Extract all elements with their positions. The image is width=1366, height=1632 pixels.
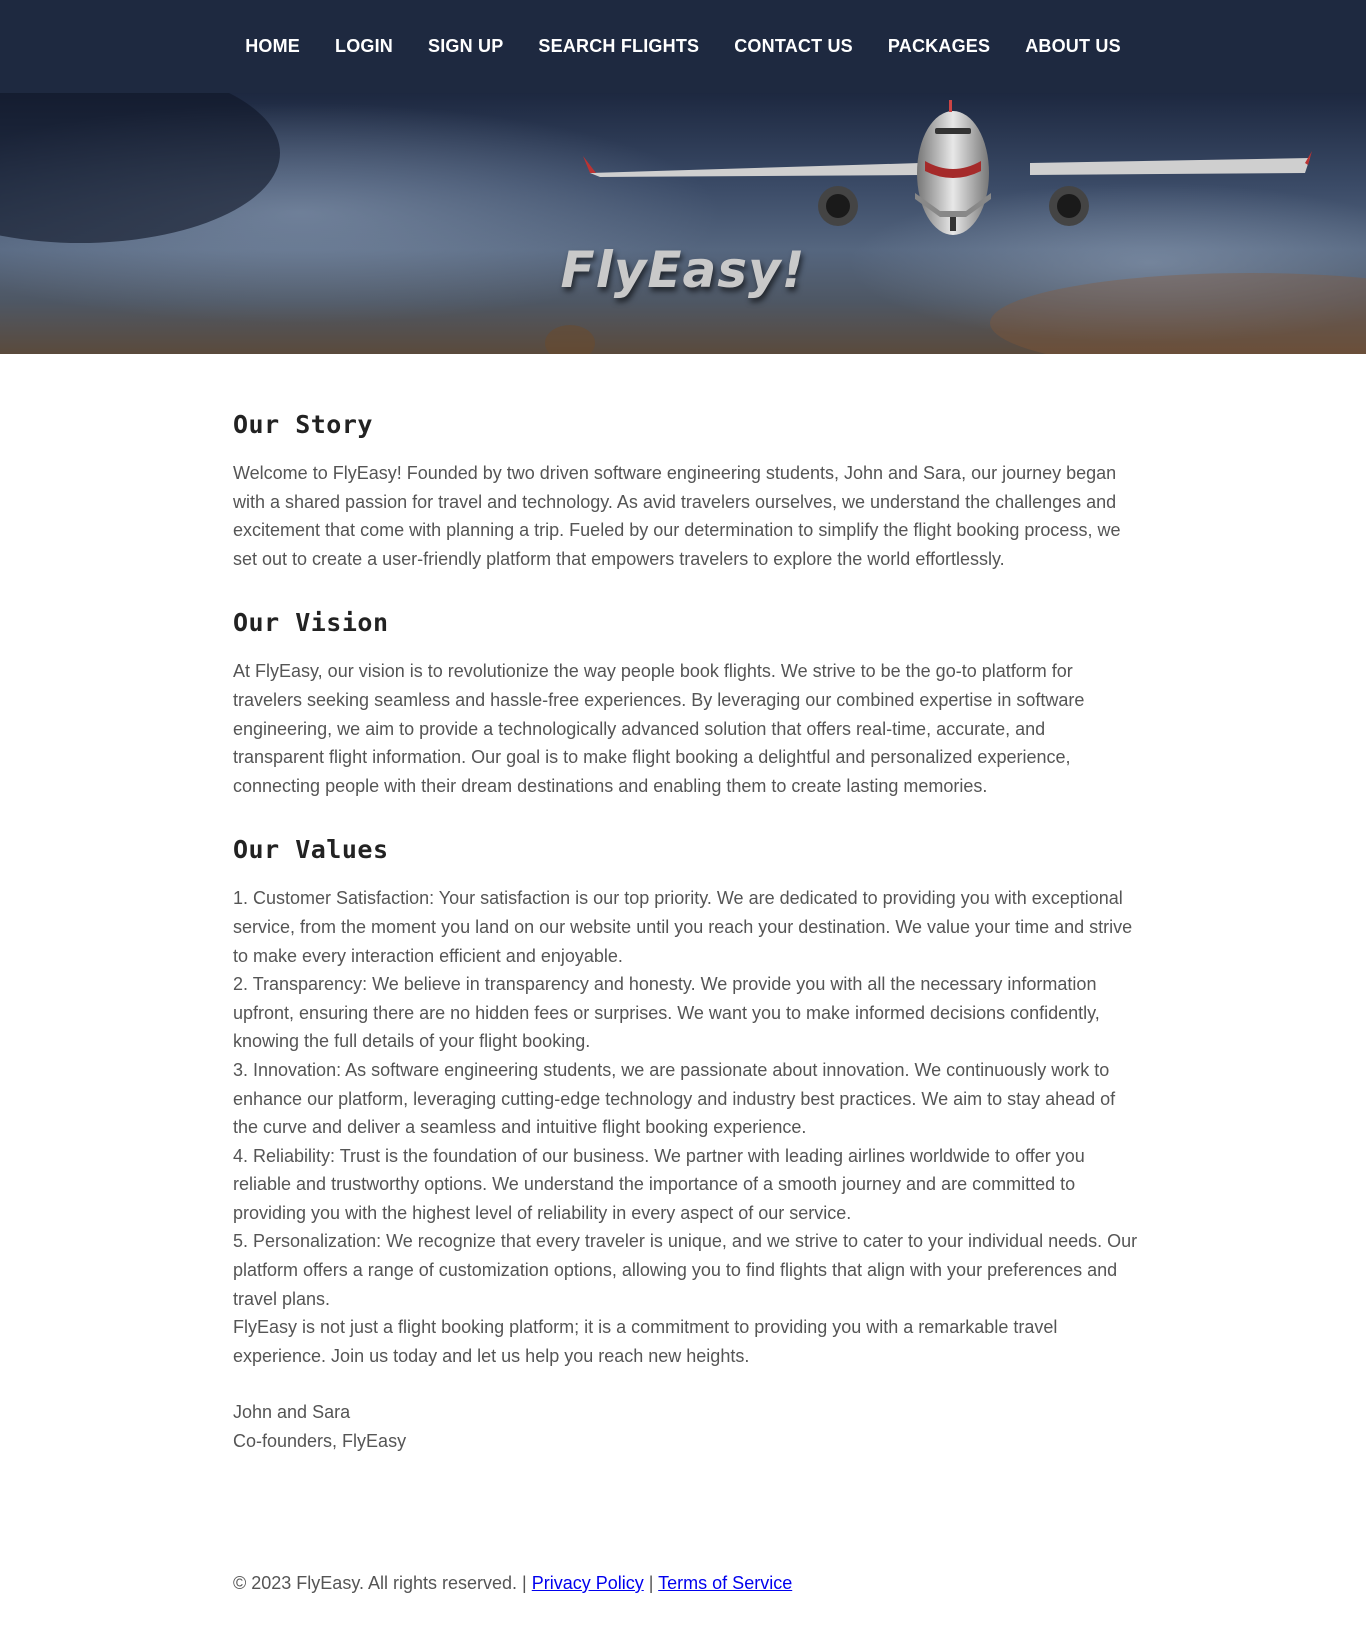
nav-link-signup[interactable]: SIGN UP	[428, 36, 503, 56]
nav-item-login: LOGIN	[335, 36, 393, 57]
nav-link-search-flights[interactable]: SEARCH FLIGHTS	[538, 36, 699, 56]
nav-item-packages: PACKAGES	[888, 36, 990, 57]
top-navbar: HOME LOGIN SIGN UP SEARCH FLIGHTS CONTAC…	[0, 0, 1366, 93]
signoff-names: John and Sara	[233, 1402, 351, 1423]
vision-section: Our Vision At FlyEasy, our vision is to …	[233, 608, 1138, 800]
main-content: Our Story Welcome to FlyEasy! Founded by…	[233, 410, 1138, 1456]
story-heading: Our Story	[233, 410, 373, 439]
story-text: Welcome to FlyEasy! Founded by two drive…	[233, 463, 1121, 569]
nav-item-home: HOME	[245, 36, 300, 57]
story-section: Our Story Welcome to FlyEasy! Founded by…	[233, 410, 1138, 573]
nav-item-contact-us: CONTACT US	[734, 36, 853, 57]
hero-banner: FlyEasy!	[0, 93, 1366, 354]
footer-copyright: © 2023 FlyEasy. All rights reserved. |	[233, 1573, 527, 1593]
nav-link-login[interactable]: LOGIN	[335, 36, 393, 56]
value-item-innovation: 3. Innovation: As software engineering s…	[233, 1059, 1116, 1138]
signoff-role: Co-founders, FlyEasy	[233, 1431, 407, 1452]
nav-item-about-us: ABOUT US	[1025, 36, 1121, 57]
nav-item-signup: SIGN UP	[428, 36, 503, 57]
values-closing: FlyEasy is not just a flight booking pla…	[233, 1317, 1058, 1366]
nav-link-packages[interactable]: PACKAGES	[888, 36, 990, 56]
nav-menu: HOME LOGIN SIGN UP SEARCH FLIGHTS CONTAC…	[245, 36, 1121, 57]
nav-link-home[interactable]: HOME	[245, 36, 300, 56]
vision-text: At FlyEasy, our vision is to revolutioni…	[233, 661, 1085, 796]
nav-item-search-flights: SEARCH FLIGHTS	[538, 36, 699, 57]
values-section: Our Values 1. Customer Satisfaction: You…	[233, 835, 1138, 1370]
value-item-personalization: 5. Personalization: We recognize that ev…	[233, 1231, 1138, 1309]
airplane-hero-image	[0, 93, 1366, 354]
footer-separator: |	[648, 1573, 654, 1593]
value-item-transparency: 2. Transparency: We believe in transpare…	[233, 974, 1100, 1052]
vision-heading: Our Vision	[233, 608, 389, 638]
nav-link-about-us[interactable]: ABOUT US	[1025, 36, 1121, 56]
values-heading: Our Values	[233, 835, 389, 865]
hero-title: FlyEasy!	[560, 241, 806, 299]
nav-link-contact-us[interactable]: CONTACT US	[734, 36, 853, 56]
value-item-reliability: 4. Reliability: Trust is the foundation …	[233, 1145, 1085, 1223]
value-item-customer-satisfaction: 1. Customer Satisfaction: Your satisfact…	[233, 888, 1133, 966]
signoff: John and Sara Co-founders, FlyEasy	[233, 1398, 1138, 1455]
terms-of-service-link[interactable]: Terms of Service	[658, 1573, 792, 1593]
page-footer: © 2023 FlyEasy. All rights reserved. | P…	[233, 1573, 792, 1594]
privacy-policy-link[interactable]: Privacy Policy	[532, 1573, 644, 1593]
